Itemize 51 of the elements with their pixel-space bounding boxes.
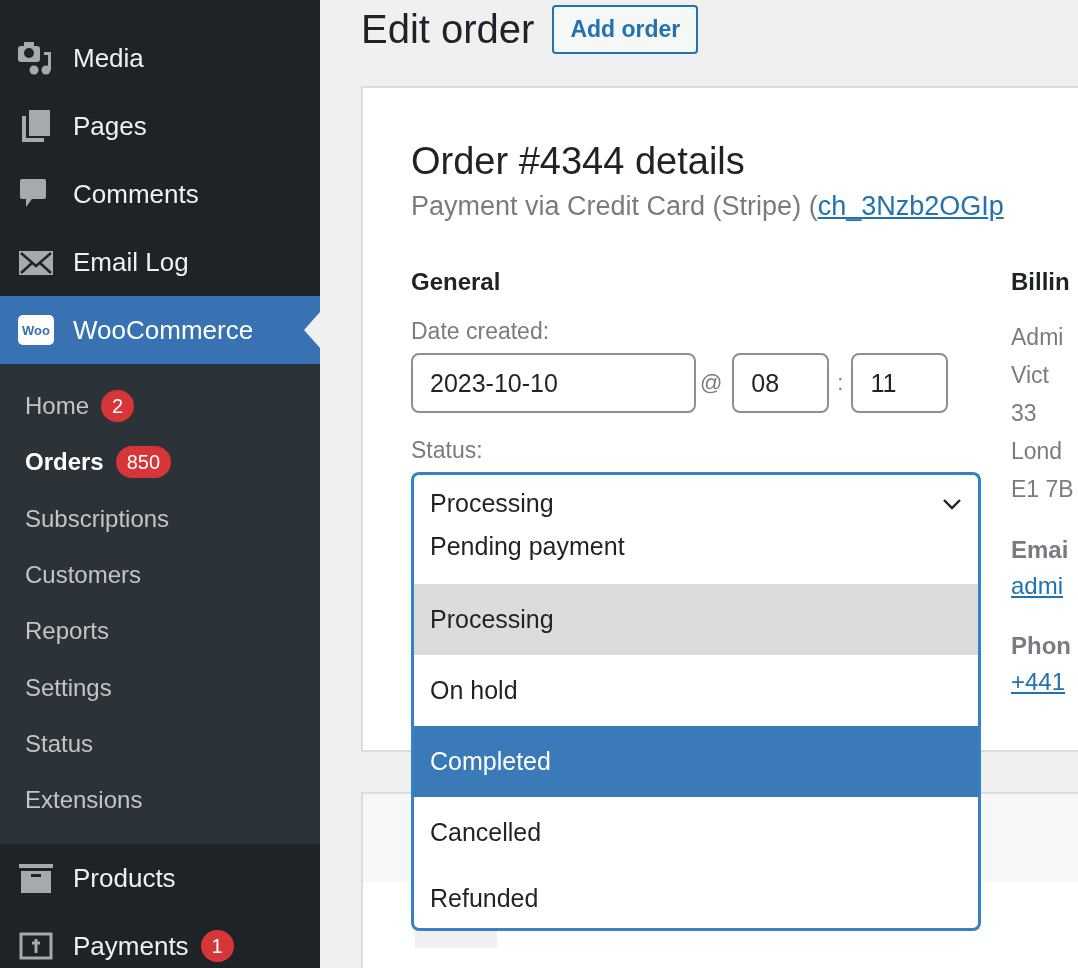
sidebar-item[interactable]: Payments 1 [0, 912, 320, 968]
address-line: 33 [1011, 399, 1038, 428]
address-line: Vict [1011, 361, 1050, 390]
status-label: Status: [411, 437, 484, 464]
status-option[interactable]: Completed [414, 726, 978, 797]
general-heading: General [411, 268, 502, 296]
payment-text: Payment via Credit Card (Stripe) ( [411, 191, 818, 221]
sidebar-item[interactable]: Products [0, 844, 320, 913]
woo-logo-icon: Woo [18, 315, 54, 345]
submenu-item[interactable]: Settings [0, 659, 320, 716]
sidebar-item[interactable]: Pages [0, 92, 320, 160]
woocommerce-menu-item[interactable]: Woo WooCommerce [0, 296, 320, 364]
transaction-link[interactable]: ch_3Nzb2OGIp [817, 191, 1004, 221]
submenu-item[interactable]: Extensions [0, 772, 320, 829]
media-icon [18, 40, 54, 76]
chevron-down-icon [942, 497, 962, 510]
current-pointer-icon [304, 312, 320, 348]
time-colon: : [837, 370, 844, 396]
submenu-item[interactable]: Reports [0, 603, 320, 660]
count-badge: 1 [200, 930, 234, 963]
submenu-item[interactable]: Customers [0, 546, 320, 604]
status-option[interactable]: On hold [414, 655, 978, 726]
email-link[interactable]: admi [1011, 568, 1078, 604]
status-option[interactable]: Cancelled [414, 797, 978, 868]
add-order-button[interactable]: Add order [552, 4, 699, 54]
sidebar-item[interactable]: Media [0, 24, 320, 92]
address-line: Lond [1011, 437, 1064, 466]
page-title: Edit order [361, 6, 535, 52]
date-field[interactable]: 2023-10-10 [411, 353, 696, 413]
hour-field[interactable]: 08 [732, 353, 830, 413]
minute-field[interactable]: 11 [851, 353, 949, 413]
address-line: Admi [1011, 323, 1065, 352]
count-badge: 850 [115, 446, 172, 479]
order-title: Order #4344 details [411, 140, 746, 183]
at-sign: @ [700, 370, 723, 396]
sidebar-item[interactable]: Comments [0, 160, 320, 228]
address-line: E1 7B [1011, 475, 1075, 504]
status-option[interactable]: Processing [414, 584, 978, 655]
status-option[interactable]: Pending payment [414, 532, 978, 584]
email-label: Emai [1011, 535, 1070, 565]
status-option[interactable]: Refunded [414, 868, 978, 928]
submenu-item[interactable]: Orders 850 [0, 434, 320, 491]
date-label: Date created: [411, 318, 551, 345]
phone-link[interactable]: +441 [1011, 664, 1078, 700]
submenu-item[interactable]: Home 2 [0, 378, 320, 435]
sidebar-item[interactable]: Email Log [0, 228, 320, 296]
submenu-item[interactable]: Status [0, 715, 320, 773]
phone-label: Phon [1011, 631, 1072, 661]
count-badge: 2 [101, 390, 135, 423]
submenu-item[interactable]: Subscriptions [0, 490, 320, 547]
billing-heading: Billin [1011, 268, 1071, 296]
